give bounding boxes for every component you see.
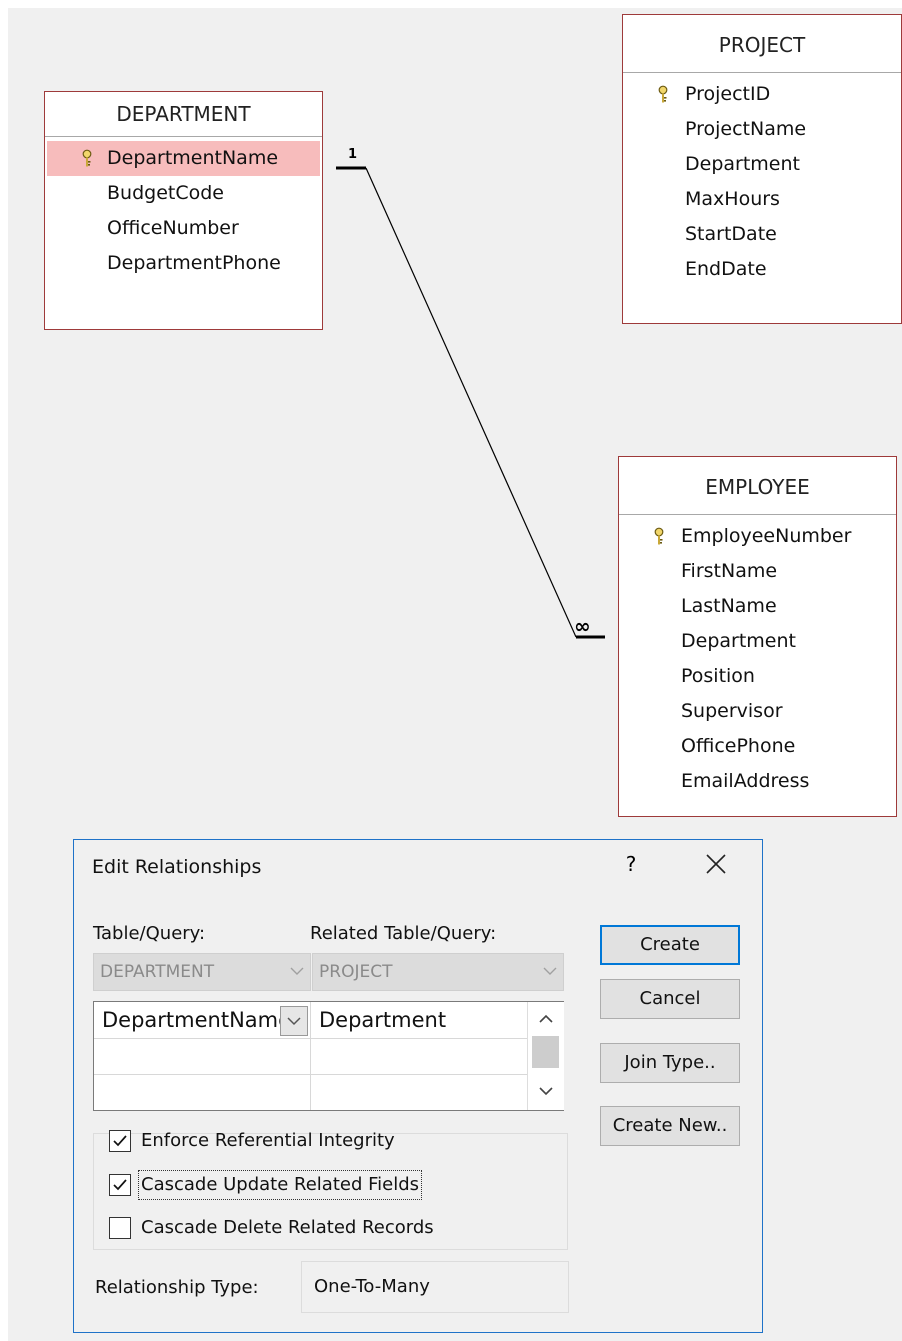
field-label: OfficeNumber bbox=[107, 217, 239, 239]
field-label: DepartmentName bbox=[107, 147, 279, 169]
field-dropdown-button[interactable] bbox=[280, 1006, 308, 1036]
field-label: OfficePhone bbox=[681, 735, 796, 757]
close-icon bbox=[706, 854, 726, 874]
chevron-down-icon bbox=[543, 967, 557, 975]
primary-key-icon bbox=[658, 85, 668, 103]
one-side-label: 1 bbox=[348, 147, 357, 162]
grid-cell-left[interactable]: DepartmentName bbox=[94, 1002, 280, 1038]
table-query-value: DEPARTMENT bbox=[100, 962, 215, 982]
field-departmentname[interactable]: DepartmentName bbox=[47, 141, 320, 176]
field-label: Department bbox=[681, 630, 796, 652]
cascade-delete-checkbox[interactable] bbox=[109, 1217, 131, 1239]
field-label: Supervisor bbox=[681, 700, 783, 722]
field-label: EmailAddress bbox=[681, 770, 810, 792]
department-table-title[interactable]: DEPARTMENT bbox=[45, 92, 322, 137]
field-label: Department bbox=[685, 153, 800, 175]
related-table-select: PROJECT bbox=[312, 953, 564, 991]
field-label: ProjectID bbox=[685, 83, 771, 105]
create-new-button[interactable]: Create New.. bbox=[600, 1106, 740, 1146]
cancel-button[interactable]: Cancel bbox=[600, 979, 740, 1019]
field-label: BudgetCode bbox=[107, 182, 224, 204]
field-departmentphone[interactable]: DepartmentPhone bbox=[45, 246, 322, 281]
relationship-type-label: Relationship Type: bbox=[95, 1277, 259, 1298]
enforce-referential-integrity-label: Enforce Referential Integrity bbox=[141, 1130, 395, 1151]
field-officenumber[interactable]: OfficeNumber bbox=[45, 211, 322, 246]
field-startdate[interactable]: StartDate bbox=[623, 217, 901, 252]
field-label: Position bbox=[681, 665, 755, 687]
create-button[interactable]: Create bbox=[600, 925, 740, 965]
enforce-referential-integrity-checkbox[interactable] bbox=[109, 1130, 131, 1152]
field-department[interactable]: Department bbox=[623, 147, 901, 182]
chevron-down-icon bbox=[290, 967, 304, 975]
field-firstname[interactable]: FirstName bbox=[619, 554, 896, 589]
table-query-select: DEPARTMENT bbox=[93, 953, 311, 991]
field-enddate[interactable]: EndDate bbox=[623, 252, 901, 287]
primary-key-icon bbox=[82, 149, 92, 167]
cascade-update-label: Cascade Update Related Fields bbox=[137, 1170, 423, 1200]
cascade-update-checkbox[interactable] bbox=[109, 1174, 131, 1196]
field-supervisor[interactable]: Supervisor bbox=[619, 694, 896, 729]
grid-cell-right[interactable]: Department bbox=[311, 1002, 527, 1038]
grid-cell-right[interactable] bbox=[311, 1075, 527, 1111]
field-label: ProjectName bbox=[685, 118, 807, 140]
field-label: MaxHours bbox=[685, 188, 780, 210]
table-query-label: Table/Query: bbox=[93, 923, 206, 944]
scroll-down-icon[interactable] bbox=[528, 1076, 564, 1106]
employee-table[interactable]: EMPLOYEE EmployeeNumber FirstName LastNa… bbox=[618, 456, 897, 817]
field-officephone[interactable]: OfficePhone bbox=[619, 729, 896, 764]
related-table-label: Related Table/Query: bbox=[310, 923, 497, 944]
edit-relationships-dialog: Edit Relationships ? Table/Query: Relate… bbox=[73, 839, 763, 1333]
field-department[interactable]: Department bbox=[619, 624, 896, 659]
field-lastname[interactable]: LastName bbox=[619, 589, 896, 624]
chevron-down-icon bbox=[287, 1017, 301, 1026]
join-type-button[interactable]: Join Type.. bbox=[600, 1043, 740, 1083]
scroll-up-icon[interactable] bbox=[528, 1004, 564, 1034]
field-projectid[interactable]: ProjectID bbox=[623, 77, 901, 112]
relationship-type-value: One-To-Many bbox=[301, 1261, 569, 1313]
field-label: DepartmentPhone bbox=[107, 252, 281, 274]
field-label: EmployeeNumber bbox=[681, 525, 852, 547]
project-table-title[interactable]: PROJECT bbox=[623, 15, 901, 73]
help-button[interactable]: ? bbox=[619, 846, 643, 882]
field-label: FirstName bbox=[681, 560, 778, 582]
checkmark-icon bbox=[113, 1179, 127, 1191]
field-projectname[interactable]: ProjectName bbox=[623, 112, 901, 147]
cascade-delete-label: Cascade Delete Related Records bbox=[141, 1217, 434, 1238]
field-label: StartDate bbox=[685, 223, 777, 245]
field-label: LastName bbox=[681, 595, 777, 617]
grid-cell-left[interactable] bbox=[94, 1039, 310, 1075]
field-label: EndDate bbox=[685, 258, 767, 280]
field-mapping-grid: DepartmentName Department bbox=[93, 1001, 564, 1111]
dialog-title: Edit Relationships bbox=[92, 856, 262, 878]
grid-cell-right[interactable] bbox=[311, 1039, 527, 1075]
field-employeenumber[interactable]: EmployeeNumber bbox=[619, 519, 896, 554]
close-button[interactable] bbox=[699, 846, 733, 882]
field-budgetcode[interactable]: BudgetCode bbox=[45, 176, 322, 211]
department-table[interactable]: DEPARTMENT DepartmentName BudgetCode Off… bbox=[44, 91, 323, 330]
employee-table-title[interactable]: EMPLOYEE bbox=[619, 457, 896, 515]
grid-scrollbar[interactable] bbox=[527, 1002, 564, 1110]
primary-key-icon bbox=[654, 527, 664, 545]
scroll-thumb[interactable] bbox=[532, 1036, 559, 1068]
grid-cell-left[interactable] bbox=[94, 1075, 310, 1111]
field-emailaddress[interactable]: EmailAddress bbox=[619, 764, 896, 799]
project-table[interactable]: PROJECT ProjectID ProjectName Department… bbox=[622, 14, 902, 324]
many-side-label: ∞ bbox=[574, 614, 591, 638]
field-maxhours[interactable]: MaxHours bbox=[623, 182, 901, 217]
field-position[interactable]: Position bbox=[619, 659, 896, 694]
related-table-value: PROJECT bbox=[319, 962, 393, 982]
checkmark-icon bbox=[113, 1135, 127, 1147]
